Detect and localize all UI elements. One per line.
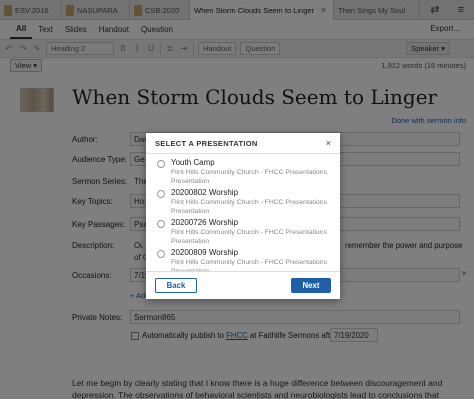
close-icon[interactable]: ×: [326, 138, 331, 148]
presentation-meta: Flint Hills Community Church - FHCC Pres…: [171, 169, 327, 185]
dialog-title: SELECT A PRESENTATION: [155, 138, 258, 148]
dialog-header: SELECT A PRESENTATION ×: [146, 133, 340, 154]
presentation-list[interactable]: Youth Camp Flint Hills Community Church …: [146, 154, 340, 272]
presentation-meta: Flint Hills Community Church - FHCC Pres…: [171, 229, 327, 245]
list-item[interactable]: 20200726 Worship Flint Hills Community C…: [155, 216, 333, 248]
radio-button[interactable]: [157, 220, 165, 228]
radio-button[interactable]: [157, 160, 165, 168]
next-button[interactable]: Next: [291, 278, 331, 293]
presentation-name: Youth Camp: [171, 158, 215, 167]
select-presentation-dialog: SELECT A PRESENTATION × Youth Camp Flint…: [146, 133, 340, 299]
back-button[interactable]: Back: [155, 278, 197, 293]
list-item[interactable]: 20200802 Worship Flint Hills Community C…: [155, 186, 333, 218]
presentation-name: 20200802 Worship: [171, 188, 239, 197]
presentation-name: 20200809 Worship: [171, 248, 239, 257]
presentation-meta: Flint Hills Community Church - FHCC Pres…: [171, 259, 327, 272]
presentation-name: 20200726 Worship: [171, 218, 239, 227]
list-item[interactable]: Youth Camp Flint Hills Community Church …: [155, 156, 333, 188]
radio-button[interactable]: [157, 250, 165, 258]
presentation-meta: Flint Hills Community Church - FHCC Pres…: [171, 199, 327, 215]
dialog-footer: Back Next: [146, 272, 340, 299]
radio-button[interactable]: [157, 190, 165, 198]
list-item[interactable]: 20200809 Worship Flint Hills Community C…: [155, 246, 333, 272]
